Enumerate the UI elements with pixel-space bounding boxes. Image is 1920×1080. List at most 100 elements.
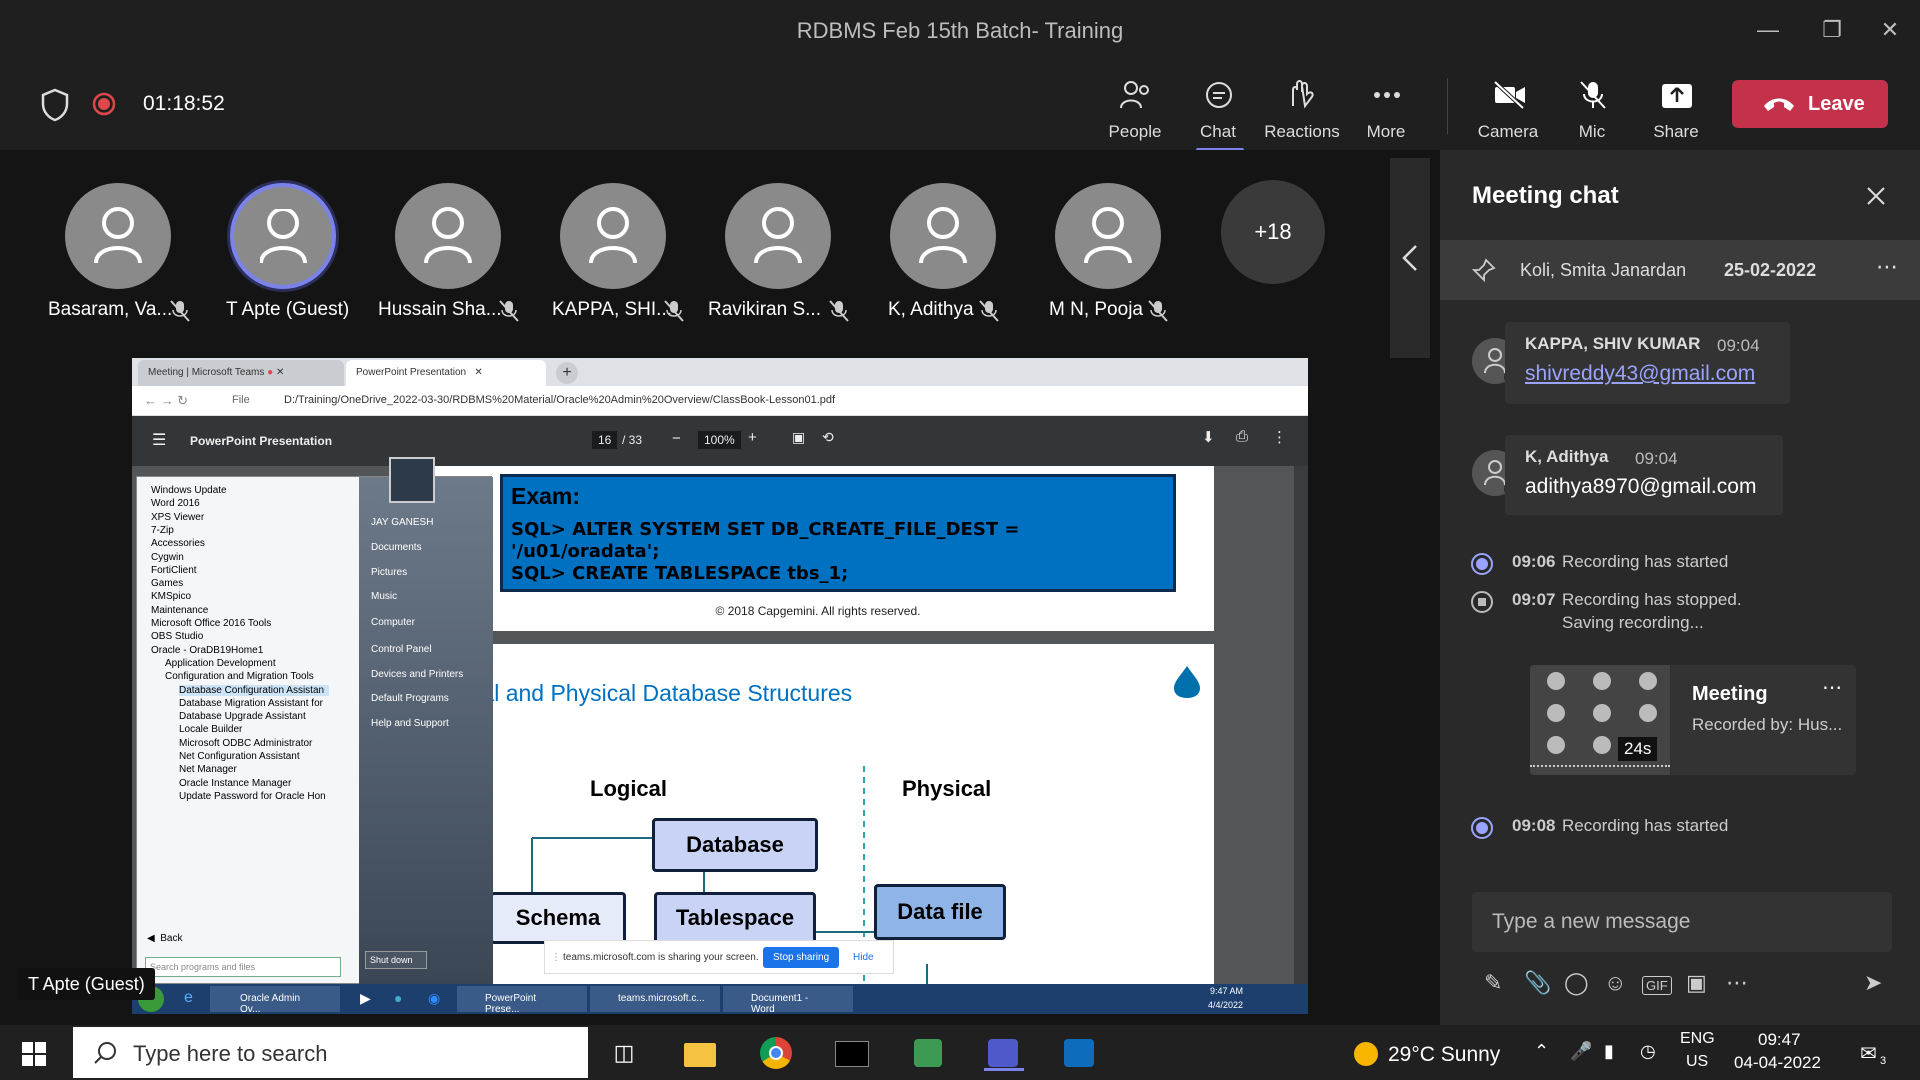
start-program-item[interactable]: Configuration and Migration Tools [165,671,314,682]
taskbar-item[interactable]: PowerPoint Prese... [457,986,587,1014]
shutdown-button[interactable]: Shut down [365,951,427,969]
edge-icon[interactable]: ● [394,990,402,1006]
loop-icon[interactable]: ◯ [1564,970,1589,996]
start-right-item[interactable]: Control Panel [371,644,432,655]
outlook-icon[interactable] [1060,1035,1100,1071]
file-explorer-icon[interactable] [680,1035,720,1071]
participant-avatar[interactable] [725,183,831,289]
emoji-icon[interactable]: ☺ [1604,970,1626,996]
start-program-item[interactable]: KMSpico [151,591,191,602]
more-options-icon[interactable]: ⋯ [1822,675,1842,700]
chat-button[interactable]: Chat [1176,74,1260,152]
chat-message[interactable]: KAPPA, SHIV KUMAR 09:04 shivreddy43@gmai… [1505,322,1790,404]
teams-icon[interactable] [984,1035,1024,1071]
start-right-item[interactable]: Help and Support [371,718,449,729]
start-program-item[interactable]: Games [151,578,183,589]
start-program-item[interactable]: Database Configuration Assistan [179,684,329,696]
gif-icon[interactable]: GIF [1642,976,1672,995]
start-back[interactable]: ◀ Back [147,933,182,944]
start-right-item[interactable]: Computer [371,617,415,628]
media-player-icon[interactable]: ▶ [360,990,371,1007]
taskbar-item[interactable]: Oracle Admin Ov... [210,986,340,1014]
participant-avatar[interactable] [395,183,501,289]
start-program-item[interactable]: Locale Builder [179,724,242,735]
start-program-item[interactable]: OBS Studio [151,631,203,642]
start-program-item[interactable]: Oracle Instance Manager [179,778,291,789]
start-program-item[interactable]: Word 2016 [151,498,200,509]
start-program-item[interactable]: FortiClient [151,565,197,576]
address-bar[interactable]: ← → ↻ File D:/Training/OneDrive_2022-03-… [132,386,1308,416]
minimize-icon[interactable]: — [1748,12,1788,48]
language-indicator[interactable]: ENG [1680,1030,1715,1048]
participant-avatar[interactable] [1055,183,1161,289]
email-link[interactable]: shivreddy43@gmail.com [1525,362,1755,386]
start-program-item[interactable]: Maintenance [151,605,208,616]
start-program-item[interactable]: Oracle - OraDB19Home1 [151,645,263,656]
start-program-item[interactable]: XPS Viewer [151,512,204,523]
close-chat-icon[interactable] [1866,186,1886,206]
start-program-item[interactable]: Application Development [165,658,276,669]
wifi-icon[interactable]: ◷ [1640,1041,1656,1062]
camera-button[interactable]: Camera [1466,74,1550,144]
taskbar-item[interactable]: Document1 - Word [723,986,853,1014]
snipping-tool-icon[interactable] [908,1035,948,1071]
terminal-icon[interactable] [832,1035,872,1071]
start-right-item[interactable]: Devices and Printers [371,669,463,680]
format-icon[interactable]: ✎ [1484,970,1502,996]
more-options-icon[interactable]: ⋮ [1272,428,1287,446]
ie-icon[interactable]: e [184,989,193,1007]
chrome-icon[interactable] [756,1035,796,1071]
menu-icon[interactable]: ☰ [152,430,166,450]
clock-time[interactable]: 09:47 [1758,1030,1801,1050]
pdf-scrollbar[interactable] [1294,466,1308,988]
more-options-icon[interactable]: ⋯ [1726,970,1748,996]
hide-button[interactable]: Hide [853,952,874,963]
browser-tab-active[interactable]: PowerPoint Presentation ✕ [346,360,546,386]
page-input[interactable]: 16 [592,431,618,449]
sticker-icon[interactable]: ▣ [1686,970,1707,996]
nav-arrows-icon[interactable]: ← → ↻ [144,393,188,409]
people-button[interactable]: People [1093,74,1177,144]
rotate-icon[interactable]: ⟲ [822,429,834,446]
zoom-out-icon[interactable]: − [672,430,681,447]
start-right-item[interactable]: Documents [371,542,422,553]
share-button[interactable]: Share [1634,74,1718,144]
participant-avatar[interactable] [890,183,996,289]
chevron-up-icon[interactable]: ⌃ [1534,1041,1549,1062]
start-search-input[interactable]: Search programs and files [145,957,341,977]
start-program-item[interactable]: Cygwin [151,552,184,563]
notification-icon[interactable]: ✉ [1860,1041,1877,1066]
zoom-icon[interactable]: ◉ [428,990,440,1007]
start-program-item[interactable]: Net Manager [179,764,237,775]
start-program-item[interactable]: Net Configuration Assistant [179,751,300,762]
start-program-item[interactable]: Microsoft Office 2016 Tools [151,618,271,629]
start-program-item[interactable]: Accessories [151,538,205,549]
zoom-in-icon[interactable]: + [748,429,757,446]
collapse-gallery-button[interactable] [1390,158,1430,358]
start-program-item[interactable]: Update Password for Oracle Hon [179,791,326,802]
mic-button[interactable]: Mic [1550,74,1634,144]
task-view-icon[interactable]: ◫ [604,1035,644,1071]
maximize-icon[interactable]: ❐ [1812,12,1852,48]
participant-avatar-speaking[interactable] [230,183,336,289]
drag-handle-icon[interactable]: ⋮ [551,952,561,963]
start-program-item[interactable]: Microsoft ODBC Administrator [179,738,312,749]
start-right-item[interactable]: Default Programs [371,693,449,704]
print-icon[interactable]: ⎙ [1236,428,1248,445]
weather-text[interactable]: 29°C Sunny [1388,1043,1500,1067]
chat-message[interactable]: K, Adithya 09:04 adithya8970@gmail.com [1505,435,1783,515]
reactions-button[interactable]: Reactions [1260,74,1344,144]
start-program-item[interactable]: Database Migration Assistant for [179,698,323,709]
region-indicator[interactable]: US [1686,1053,1708,1071]
recording-card[interactable]: 24s Meeting Recorded by: Hus... ⋯ [1530,665,1856,775]
start-program-item[interactable]: 7-Zip [151,525,174,536]
stop-sharing-button[interactable]: Stop sharing [763,947,840,968]
new-tab-button[interactable]: + [556,362,578,384]
start-right-item[interactable]: Music [371,591,397,602]
attach-icon[interactable]: 📎 [1524,970,1551,996]
download-icon[interactable]: ⬇ [1202,428,1215,446]
start-program-item[interactable]: Windows Update [151,485,227,496]
windows-start-icon[interactable] [22,1042,46,1066]
taskbar-search-input[interactable]: Type here to search [73,1027,588,1078]
more-options-icon[interactable]: ⋯ [1876,254,1898,280]
